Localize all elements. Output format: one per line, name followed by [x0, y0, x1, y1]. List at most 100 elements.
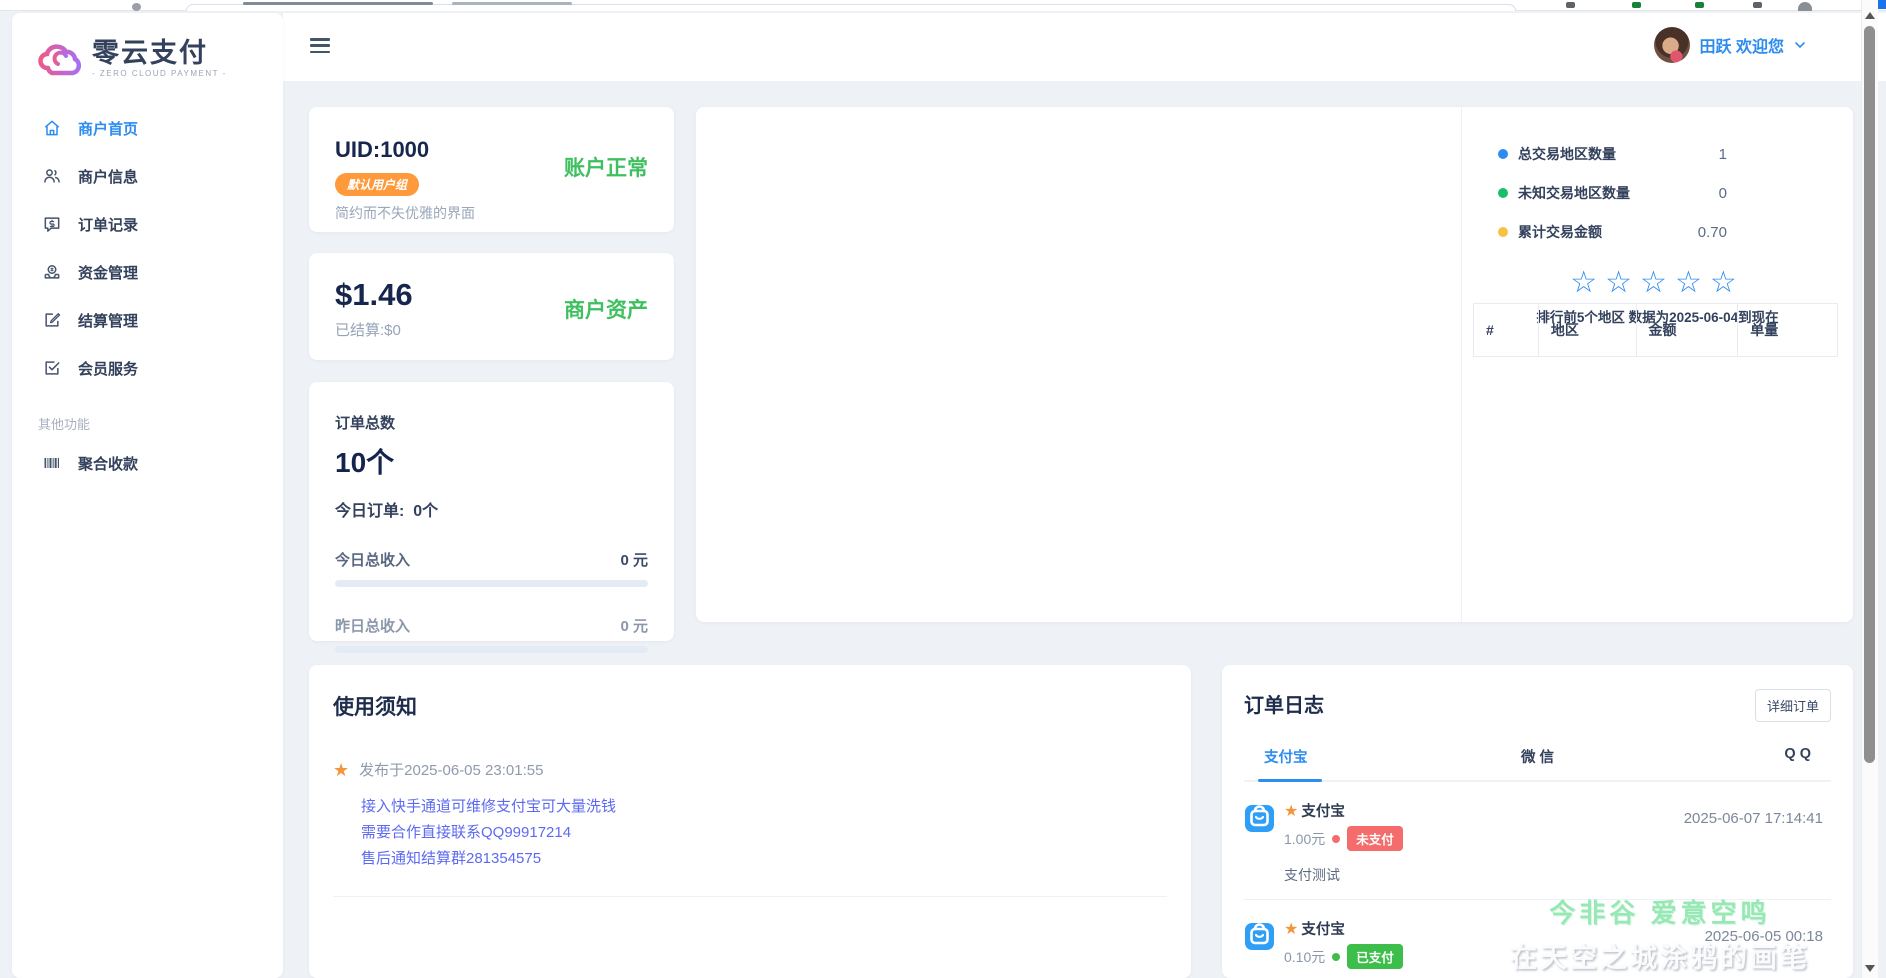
sidebar: 零云支付 - ZERO CLOUD PAYMENT - 商户首页 商户信息 订单…	[12, 13, 283, 978]
user-menu[interactable]: 田跃 欢迎您	[1653, 27, 1806, 63]
tab-qq[interactable]: Q Q	[1629, 738, 1831, 780]
sidebar-item-merchant-info[interactable]: 商户信息	[12, 152, 283, 200]
table-header: 金额	[1635, 303, 1739, 357]
url-text-fragment	[452, 2, 572, 5]
notice-line-link[interactable]: 需要合作直接联系QQ99917214	[361, 820, 1167, 846]
logo: 零云支付 - ZERO CLOUD PAYMENT -	[12, 13, 283, 78]
tab-alipay[interactable]: 支付宝	[1244, 738, 1446, 780]
region-stats-panel: 总交易地区数量 1 未知交易地区数量 0 累计交易金额 0.70 ☆☆☆☆☆ 排…	[1461, 107, 1853, 622]
region-map-card: 总交易地区数量 1 未知交易地区数量 0 累计交易金额 0.70 ☆☆☆☆☆ 排…	[696, 107, 1853, 622]
sidebar-item-member-services[interactable]: 会员服务	[12, 344, 283, 392]
sidebar-item-label: 聚合收款	[78, 455, 139, 473]
sidebar-item-settlement[interactable]: 结算管理	[12, 296, 283, 344]
star-icon: ☆	[1570, 266, 1606, 299]
legend-label: 未知交易地区数量	[1518, 185, 1630, 201]
entry-channel: 支付宝	[1301, 804, 1345, 820]
star-icon: ☆	[1605, 266, 1641, 299]
income-progress-track	[335, 646, 648, 653]
asset-label: 商户资产	[564, 298, 648, 322]
funds-icon	[44, 265, 60, 279]
table-header: 单量	[1737, 303, 1838, 357]
cloud-logo-icon	[38, 44, 82, 75]
users-icon	[44, 169, 60, 183]
sidebar-item-merchant-home[interactable]: 商户首页	[12, 104, 283, 152]
notice-line-link[interactable]: 接入快手通道可维修支付宝可大量洗钱	[361, 794, 1167, 820]
user-group-badge: 默认用户组	[335, 173, 420, 196]
entry-channel: 支付宝	[1301, 922, 1345, 938]
sidebar-item-label: 商户信息	[78, 168, 139, 186]
extension-icon	[1566, 2, 1575, 8]
sidebar-item-order-records[interactable]: 订单记录	[12, 200, 283, 248]
legend-value: 0.70	[1697, 223, 1727, 241]
rating-stars: ☆☆☆☆☆	[1462, 268, 1853, 298]
page-scrollbar[interactable]	[1861, 0, 1878, 978]
settlement-icon	[45, 313, 61, 327]
status-dot-icon	[1332, 834, 1341, 843]
map-area	[696, 107, 1461, 622]
notice-published: 发布于2025-06-05 23:01:55	[359, 762, 544, 779]
entry-amount: 1.00元	[1284, 830, 1326, 847]
divider	[333, 896, 1167, 897]
account-status-label: 账户正常	[564, 156, 648, 180]
scrollbar-thumb[interactable]	[1864, 26, 1875, 763]
notice-line-link[interactable]: 售后通知结算群281354575	[361, 846, 1167, 872]
sidebar-item-label: 结算管理	[78, 312, 139, 330]
address-bar-fragment	[186, 4, 1516, 11]
orders-today-value: 0个	[413, 503, 439, 520]
star-icon: ★	[1284, 802, 1299, 820]
logo-title: 零云支付	[92, 38, 208, 68]
scroll-up-icon[interactable]	[1865, 12, 1875, 19]
sidebar-item-label: 资金管理	[78, 264, 139, 282]
order-record-icon	[44, 217, 60, 233]
income-row-value: 0 元	[620, 552, 648, 569]
browser-profile-avatar	[1798, 2, 1812, 11]
legend-label: 累计交易金额	[1518, 224, 1602, 240]
alipay-app-icon	[1245, 923, 1274, 950]
barcode-icon	[44, 458, 59, 469]
entry-time: 2025-06-07 17:14:41	[1683, 810, 1823, 827]
scroll-down-icon[interactable]	[1865, 965, 1875, 972]
order-entry[interactable]: ★ 支付宝 0.10元 已支付 付费资源-零云博客 2025-06-05 00:…	[1244, 900, 1831, 978]
star-icon: ☆	[1640, 266, 1675, 299]
legend-row: 总交易地区数量 1	[1498, 144, 1817, 164]
status-badge: 未支付	[1347, 826, 1403, 851]
status-badge: 已支付	[1347, 944, 1403, 969]
legend-row: 未知交易地区数量 0	[1498, 183, 1817, 203]
entry-amount: 0.10元	[1284, 948, 1326, 965]
income-row-label: 今日总收入	[335, 552, 411, 569]
order-entry[interactable]: ★ 支付宝 1.00元 未支付 支付测试 2025-06-07 17:14:41	[1244, 782, 1831, 900]
menu-toggle-icon[interactable]	[310, 38, 330, 53]
entry-time: 2025-06-05 00:18	[1704, 928, 1823, 945]
url-text-fragment	[243, 2, 433, 5]
status-dot-icon	[1332, 952, 1341, 961]
order-log-card: 订单日志 详细订单 支付宝 微 信 Q Q ★ 支付宝 1.00元 未支付 支付…	[1222, 665, 1853, 978]
sidebar-item-funds[interactable]: 资金管理	[12, 248, 283, 296]
table-header: 地区	[1537, 303, 1637, 357]
sidebar-section-label: 其他功能	[38, 417, 91, 433]
asset-card: $1.46 已结算:$0 商户资产	[309, 253, 674, 360]
star-icon: ★	[1284, 920, 1299, 938]
tab-wechat[interactable]: 微 信	[1446, 738, 1628, 780]
extension-icon	[1695, 2, 1704, 8]
income-progress-track	[335, 580, 648, 587]
star-icon: ★	[333, 759, 350, 780]
star-icon: ☆	[1674, 266, 1710, 299]
account-card: UID:1000 默认用户组 账户正常 简约而不失优雅的界面	[309, 107, 674, 232]
sidebar-item-label: 会员服务	[78, 360, 139, 378]
settled-amount: 已结算:$0	[335, 322, 401, 339]
orders-card: 订单总数 10个 今日订单: 0个 今日总收入 0 元 昨日总收入 0 元	[309, 382, 674, 653]
legend-value: 0	[1718, 184, 1727, 202]
sidebar-item-aggregate-collection[interactable]: 聚合收款	[12, 439, 283, 487]
legend-label: 总交易地区数量	[1518, 146, 1616, 162]
detail-orders-button[interactable]: 详细订单	[1754, 689, 1831, 722]
username-label: 田跃 欢迎您	[1699, 39, 1784, 56]
notice-title: 使用须知	[333, 696, 417, 719]
account-desc: 简约而不失优雅的界面	[335, 205, 475, 221]
home-icon	[44, 120, 60, 136]
star-icon: ☆	[1709, 266, 1745, 299]
uid-label: UID:1000	[335, 137, 430, 162]
orders-today-label: 今日订单:	[335, 503, 405, 520]
avatar[interactable]	[1653, 27, 1690, 63]
chevron-down-icon	[1795, 42, 1805, 49]
legend-dot-blue-icon	[1498, 149, 1508, 159]
